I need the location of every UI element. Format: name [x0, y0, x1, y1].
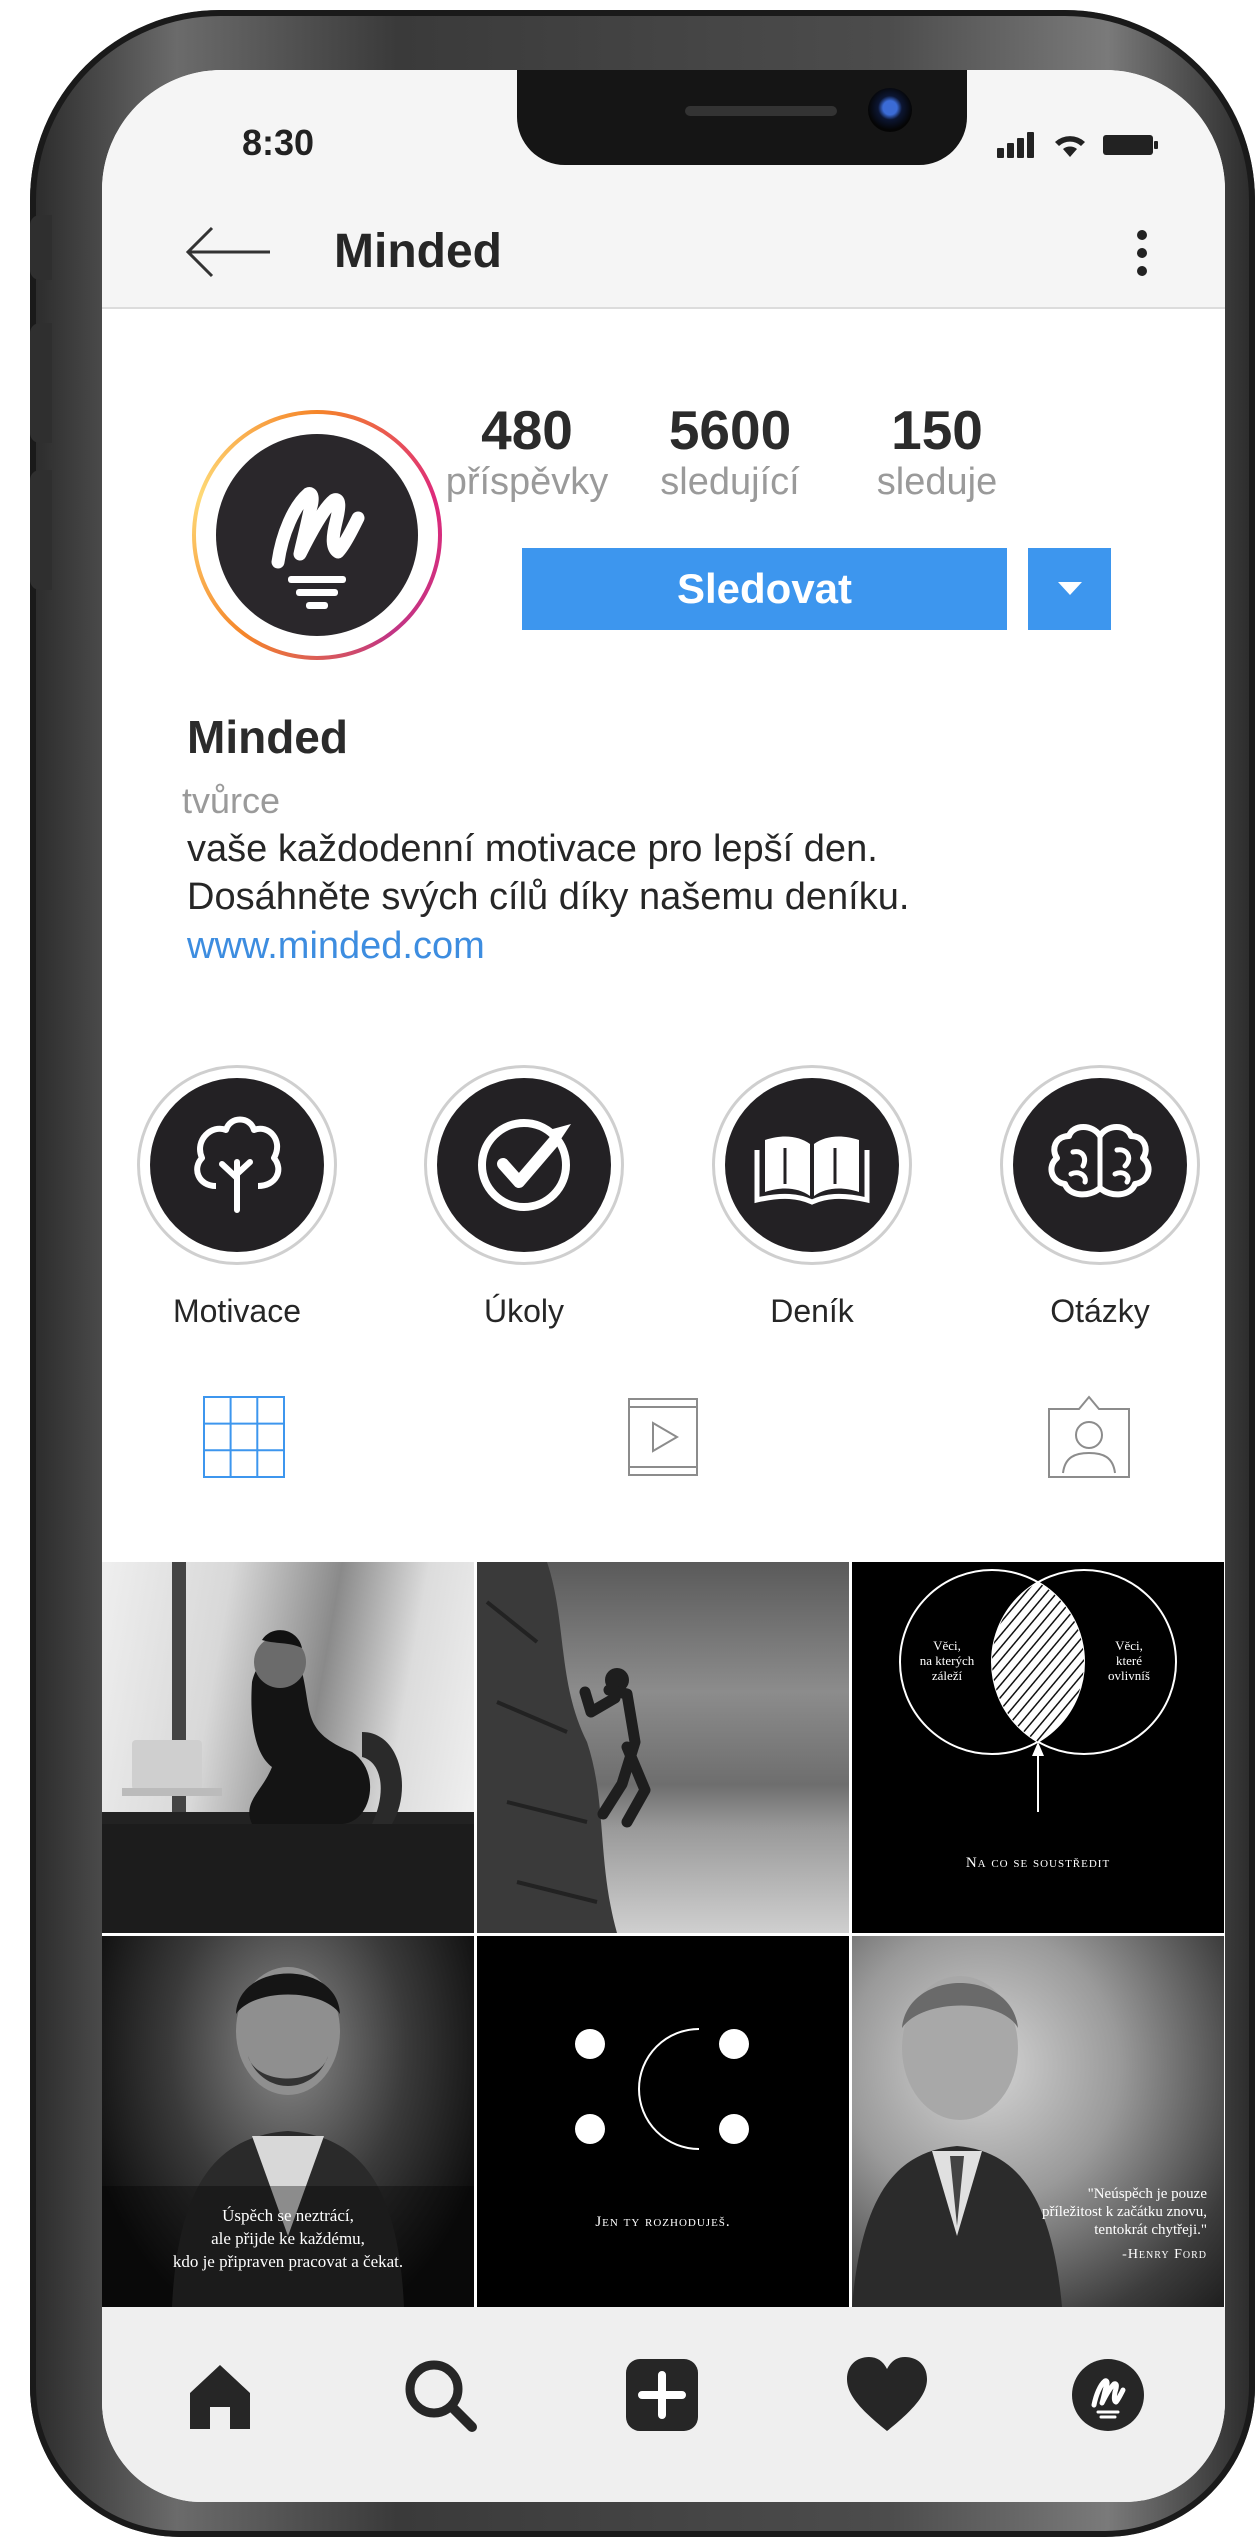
status-time: 8:30 [242, 122, 315, 163]
highlight-otazky[interactable]: Otázky [1000, 1065, 1200, 1330]
stat-posts[interactable]: 480 příspěvky [437, 400, 617, 504]
phone-screen: 8:30 Minded 480 příspěvky 5600 sledující… [102, 70, 1225, 2502]
profile-name: Minded [187, 711, 348, 763]
stat-following[interactable]: 150 sleduje [847, 400, 1027, 504]
bio-line-2: Dosáhněte svých cílů díky našemu deníku. [187, 876, 910, 918]
home-icon[interactable] [182, 2357, 258, 2433]
bottom-nav [102, 2307, 1225, 2502]
video-icon[interactable] [627, 1395, 699, 1479]
post-venn-focus[interactable]: Věci, na kterých záleží Věci, které ovli… [852, 1562, 1224, 1933]
profile-tab-icon[interactable] [1070, 2357, 1146, 2433]
mute-switch [30, 215, 52, 280]
venn-left-text-1: Věci, [933, 1638, 961, 1653]
quote-line-2: ale přijde ke každému, [211, 2229, 365, 2248]
highlight-ukoly[interactable]: Úkoly [424, 1065, 624, 1330]
venn-caption: Na co se soustředit [966, 1855, 1110, 1871]
stat-following-value: 150 [891, 399, 983, 461]
stat-followers-value: 5600 [668, 399, 792, 461]
battery-icon [1103, 135, 1158, 155]
book-icon [754, 1136, 870, 1205]
profile-website-link[interactable]: www.minded.com [187, 925, 485, 968]
highlight-label: Motivace [172, 1293, 302, 1329]
stat-posts-label: příspěvky [445, 460, 609, 503]
stat-followers-label: sledující [660, 460, 800, 503]
status-icons [997, 128, 1159, 158]
post-dots-decide[interactable]: Jen ty rozhoduješ. [477, 1936, 849, 2307]
add-post-icon[interactable] [624, 2357, 700, 2433]
post-rock-climber[interactable] [477, 1562, 849, 1933]
venn-right-text-3: ovlivníš [1108, 1668, 1150, 1683]
check-icon [478, 1119, 571, 1211]
highlight-label: Úkoly [483, 1293, 564, 1329]
stat-followers[interactable]: 5600 sledující [640, 400, 820, 504]
highlight-label: Otázky [1050, 1293, 1150, 1329]
venn-left-text-3: záleží [932, 1668, 963, 1683]
highlight-denik[interactable]: Deník [712, 1065, 912, 1330]
heart-icon[interactable] [847, 2357, 927, 2433]
post-henry-ford-quote[interactable]: "Neúspěch je pouze příležitost k začátku… [852, 1936, 1224, 2307]
highlight-motivace[interactable]: Motivace [137, 1065, 337, 1330]
highlight-label: Deník [770, 1293, 854, 1329]
quote-line-1: Úspěch se neztrácí, [222, 2206, 354, 2225]
post-quote-man[interactable]: Úspěch se neztrácí, ale přijde ke každém… [102, 1936, 474, 2307]
logo-icon [216, 434, 418, 636]
quote-line-3: kdo je připraven pracovat a čekat. [173, 2252, 403, 2271]
grid-icon[interactable] [202, 1395, 286, 1479]
camera-icon [868, 88, 912, 132]
post-man-at-laptop[interactable] [102, 1562, 474, 1933]
stat-posts-value: 480 [481, 399, 573, 461]
volume-down-button [30, 470, 52, 590]
tagged-icon[interactable] [1047, 1395, 1131, 1479]
ford-quote-author: -Henry Ford [1122, 2247, 1207, 2262]
speaker-grille [685, 106, 837, 116]
ford-quote-line-3: tentokrát chytřeji." [1094, 2222, 1207, 2238]
decide-caption: Jen ty rozhoduješ. [595, 2214, 730, 2230]
tree-icon [194, 1116, 282, 1213]
search-icon[interactable] [402, 2357, 478, 2433]
bio-line-1: vaše každodenní motivace pro lepší den. [187, 828, 878, 870]
profile-avatar[interactable] [192, 410, 442, 660]
venn-right-text-2: které [1116, 1653, 1142, 1668]
signal-icon [997, 132, 1037, 158]
suggestions-dropdown-button[interactable] [1028, 548, 1111, 630]
more-options-icon[interactable] [1127, 225, 1157, 285]
posts-grid: Věci, na kterých záleží Věci, které ovli… [102, 1562, 1225, 2307]
brain-icon [1048, 1124, 1152, 1198]
stat-following-label: sleduje [876, 460, 998, 503]
phone-notch [517, 70, 967, 165]
header-title: Minded [334, 225, 502, 278]
ford-quote-line-2: příležitost k začátku znovu, [1042, 2204, 1207, 2220]
volume-up-button [30, 323, 52, 443]
wifi-icon [1055, 136, 1085, 157]
follow-button[interactable]: Sledovat [522, 548, 1007, 630]
profile-header: Minded [102, 200, 1225, 309]
venn-right-text-1: Věci, [1115, 1638, 1143, 1653]
venn-left-text-2: na kterých [920, 1653, 975, 1668]
profile-category: tvůrce [182, 780, 281, 821]
back-arrow-icon[interactable] [182, 222, 272, 282]
ford-quote-line-1: "Neúspěch je pouze [1088, 2186, 1208, 2202]
